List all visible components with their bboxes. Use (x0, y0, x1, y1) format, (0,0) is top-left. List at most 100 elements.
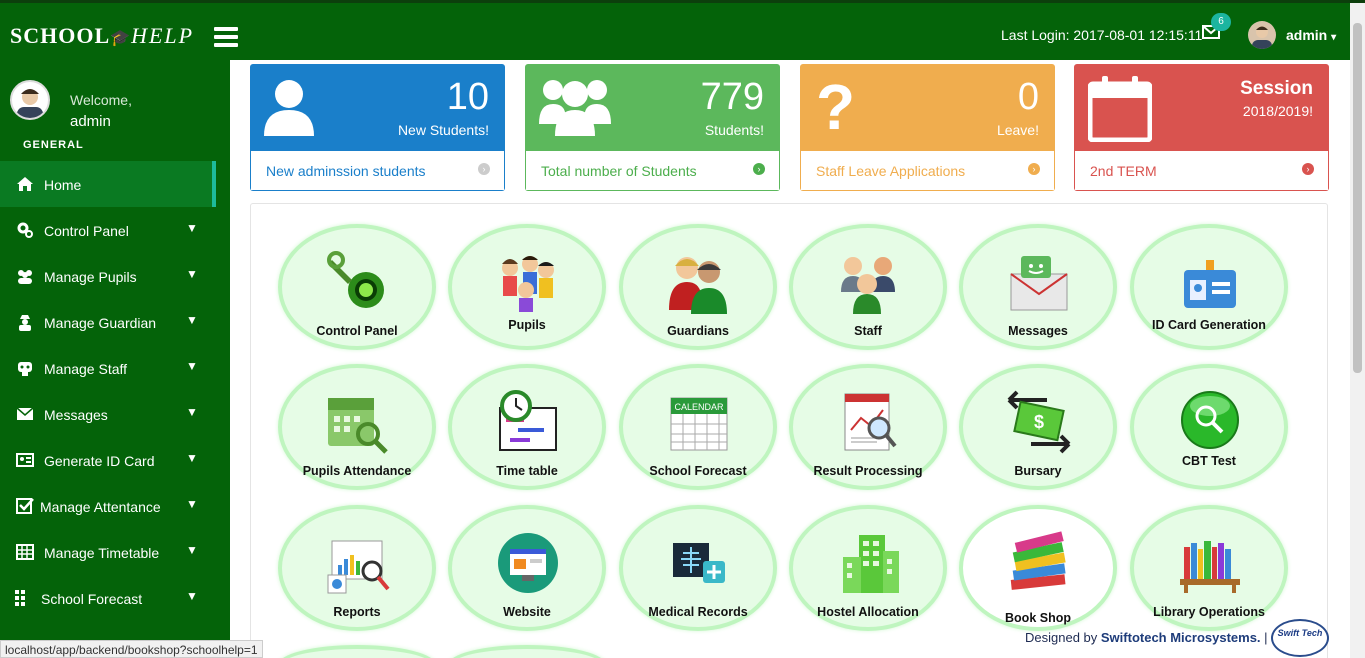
tile-control-panel[interactable]: Control Panel (278, 224, 436, 350)
guardians-icon (669, 257, 727, 314)
sidebar-item-label: Manage Pupils (44, 269, 137, 285)
user-avatar[interactable] (1248, 21, 1276, 49)
sidebar-nav: Home Control Panel ▼ Manage Pupils ▼ Man… (0, 161, 230, 621)
calendar-search-icon (328, 398, 388, 454)
report-chart-icon (327, 540, 390, 594)
sidebar-item-label: Messages (44, 407, 108, 423)
gears-icon (17, 222, 33, 238)
sidebar-item-control-panel[interactable]: Control Panel ▼ (0, 207, 230, 253)
arrow-circle-right-icon[interactable]: › (1028, 163, 1040, 175)
results-chart-icon (844, 393, 897, 451)
stat-total-students[interactable]: 779 Students! Total number of Students › (525, 64, 780, 191)
tile-label: Hostel Allocation (817, 605, 919, 619)
tile-pupils-attendance[interactable]: Pupils Attendance (278, 364, 436, 490)
page-scrollbar[interactable] (1350, 3, 1365, 658)
app-logo[interactable]: SCHOOL🎓HELP (10, 23, 194, 49)
tile-label: Reports (333, 605, 381, 619)
sidebar-item-label: School Forecast (41, 591, 143, 607)
sidebar-section-title: GENERAL (23, 139, 84, 151)
sidebar-item-manage-timetable[interactable]: Manage Timetable ▼ (0, 529, 230, 575)
clock-schedule-icon (499, 390, 557, 451)
tile-label: Time table (496, 464, 558, 478)
stat-staff-leave[interactable]: ? 0 Leave! Staff Leave Applications › (800, 64, 1055, 191)
stat-link[interactable]: Total number of Students (541, 163, 697, 179)
svg-text:$: $ (1034, 412, 1044, 432)
svg-text:CALENDAR: CALENDAR (674, 402, 724, 412)
tile-staff[interactable]: Staff (789, 224, 947, 350)
tile-website[interactable]: Website (448, 505, 606, 631)
stat-new-students[interactable]: 10 New Students! New adminssion students… (250, 64, 505, 191)
footer-company-link[interactable]: Swiftotech Microsystems. (1101, 630, 1261, 645)
menu-toggle-icon[interactable] (214, 27, 238, 47)
tile-label: Library Operations (1153, 605, 1265, 619)
envelope-icon (16, 407, 34, 420)
tile-id-card-generation[interactable]: ID Card Generation (1130, 224, 1288, 350)
chevron-down-icon: ▾ (1331, 32, 1337, 43)
tile-medical-records[interactable]: Medical Records (619, 505, 777, 631)
stat-value: 0 (1017, 76, 1039, 118)
tile-label: CBT Test (1182, 454, 1236, 468)
tile-book-shop[interactable]: Book Shop (959, 505, 1117, 631)
id-card-icon (16, 453, 34, 467)
tile-guardians[interactable]: Guardians (619, 224, 777, 350)
stat-session[interactable]: Session 2018/2019! 2nd TERM › (1074, 64, 1329, 191)
sidebar-item-home[interactable]: Home (0, 161, 216, 207)
sidebar-item-messages[interactable]: Messages ▼ (0, 391, 230, 437)
sidebar-item-manage-guardian[interactable]: Manage Guardian ▼ (0, 299, 230, 345)
chevron-down-icon: ▼ (186, 543, 198, 557)
footer-text: Designed by (1025, 630, 1101, 645)
arrow-circle-right-icon[interactable]: › (1302, 163, 1314, 175)
xray-icon (673, 543, 725, 583)
tile-bursary[interactable]: $ Bursary (959, 364, 1117, 490)
money-exchange-icon: $ (1007, 390, 1071, 454)
question-icon: ? (816, 71, 856, 143)
magnifier-button-icon (1181, 391, 1239, 449)
calendar-icon: CALENDAR (670, 397, 728, 451)
scrollbar-thumb[interactable] (1353, 23, 1362, 373)
sidebar-item-label: Generate ID Card (44, 453, 155, 469)
user-icon (264, 80, 314, 136)
mail-count-badge: 6 (1211, 13, 1231, 31)
tile-reports[interactable]: Reports (278, 505, 436, 631)
stat-link[interactable]: New adminssion students (266, 163, 426, 179)
staff-group-icon (841, 257, 895, 314)
stat-link[interactable]: Staff Leave Applications (816, 163, 965, 179)
chevron-down-icon: ▼ (186, 313, 198, 327)
tile-pupils[interactable]: Pupils (448, 224, 606, 350)
tile-label: Control Panel (316, 324, 398, 338)
tile-result-processing[interactable]: Result Processing (789, 364, 947, 490)
grid-icon (15, 590, 25, 606)
sidebar-item-school-forecast[interactable]: School Forecast ▼ (0, 575, 230, 621)
arrow-circle-right-icon[interactable]: › (478, 163, 490, 175)
tile-library-operations[interactable]: Library Operations (1130, 505, 1288, 631)
tile-hostel-allocation[interactable]: Hostel Allocation (789, 505, 947, 631)
user-menu[interactable]: admin ▾ (1286, 27, 1336, 43)
sidebar-item-manage-attendance[interactable]: Manage Attentance ▼ (0, 483, 230, 529)
chevron-down-icon: ▼ (186, 359, 198, 373)
arrow-circle-right-icon[interactable]: › (753, 163, 765, 175)
tile-label: Pupils (508, 318, 546, 332)
tile-label: Medical Records (648, 605, 748, 619)
website-icon (498, 533, 558, 593)
sidebar-item-manage-pupils[interactable]: Manage Pupils ▼ (0, 253, 230, 299)
tile-label: Result Processing (813, 464, 923, 478)
footer-credit: Designed by Swiftotech Microsystems. | (1025, 630, 1268, 645)
sidebar-item-label: Manage Attentance (40, 499, 161, 515)
tile-messages[interactable]: Messages (959, 224, 1117, 350)
stat-value: 779 (700, 76, 764, 118)
sidebar-item-generate-id-card[interactable]: Generate ID Card ▼ (0, 437, 230, 483)
building-icon (843, 535, 899, 593)
stat-label: New Students! (397, 122, 489, 138)
tile-school-forecast[interactable]: CALENDAR School Forecast (619, 364, 777, 490)
users-icon (539, 80, 611, 136)
chevron-down-icon: ▼ (186, 267, 198, 281)
graduation-cap-icon: 🎓 (110, 30, 132, 47)
sidebar-item-manage-staff[interactable]: Manage Staff ▼ (0, 345, 230, 391)
tile-cbt-test[interactable]: CBT Test (1130, 364, 1288, 490)
tile-time-table[interactable]: Time table (448, 364, 606, 490)
stat-link[interactable]: 2nd TERM (1090, 163, 1157, 179)
tile-label: Website (503, 605, 551, 619)
browser-status-url: localhost/app/backend/bookshop?schoolhel… (0, 640, 263, 658)
stat-label: Students! (704, 122, 764, 138)
users-icon (18, 270, 32, 284)
